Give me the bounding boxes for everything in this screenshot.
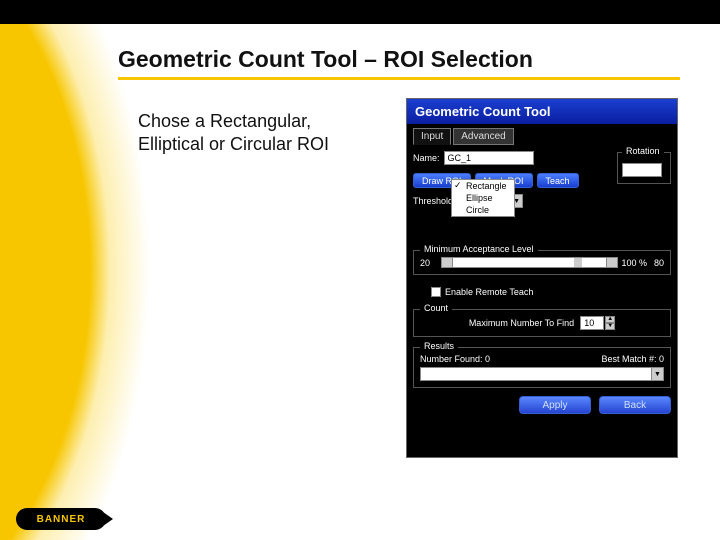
chevron-down-icon: ▼	[651, 368, 663, 380]
top-black-bar	[0, 0, 720, 24]
geometric-count-tool-panel: Geometric Count Tool Input Advanced Name…	[406, 98, 678, 458]
results-group: Results Number Found: 0 Best Match #: 0 …	[413, 347, 671, 388]
rotation-field[interactable]	[622, 163, 662, 177]
teach-button[interactable]: Teach	[537, 173, 579, 188]
back-button[interactable]: Back	[599, 396, 671, 414]
number-found-label: Number Found: 0	[420, 354, 490, 364]
slide-body-text: Chose a Rectangular, Elliptical or Circu…	[138, 110, 378, 155]
spinner-down-icon[interactable]: ▼	[605, 323, 615, 330]
slide-title: Geometric Count Tool – ROI Selection	[118, 46, 680, 80]
rotation-group: Rotation	[617, 152, 671, 184]
tab-input[interactable]: Input	[413, 128, 451, 145]
threshold-label: Threshold	[413, 196, 453, 206]
count-group: Count Maximum Number To Find 10 ▲ ▼	[413, 309, 671, 337]
dropdown-item-rectangle[interactable]: Rectangle	[452, 180, 514, 192]
rotation-label: Rotation	[622, 146, 664, 156]
dropdown-item-ellipse[interactable]: Ellipse	[452, 192, 514, 204]
results-select[interactable]: ▼	[420, 367, 664, 381]
logo-text: BANNER	[37, 514, 86, 525]
acc-low-label: 20	[420, 258, 438, 268]
remote-teach-label: Enable Remote Teach	[445, 287, 533, 297]
best-match-label: Best Match #: 0	[601, 354, 664, 364]
results-title: Results	[420, 341, 458, 351]
max-find-value[interactable]: 10	[580, 316, 604, 330]
tab-advanced[interactable]: Advanced	[453, 128, 513, 145]
max-find-spinner[interactable]: 10 ▲ ▼	[580, 316, 615, 330]
roi-shape-dropdown: Rectangle Ellipse Circle	[451, 179, 515, 217]
slide-content: Geometric Count Tool – ROI Selection Cho…	[0, 24, 720, 540]
dropdown-item-circle[interactable]: Circle	[452, 204, 514, 216]
remote-teach-checkbox[interactable]	[431, 287, 441, 297]
panel-title: Geometric Count Tool	[407, 99, 677, 124]
min-acceptance-group: Minimum Acceptance Level 20 100 % 80	[413, 250, 671, 275]
logo-arrow-icon	[103, 512, 113, 526]
acc-value: 80	[654, 258, 664, 268]
banner-logo: BANNER	[16, 508, 106, 530]
name-label: Name:	[413, 153, 440, 163]
spinner-up-icon[interactable]: ▲	[605, 316, 615, 323]
tab-bar: Input Advanced	[413, 128, 671, 145]
acceptance-slider[interactable]	[441, 257, 618, 268]
max-find-label: Maximum Number To Find	[469, 318, 574, 328]
count-title: Count	[420, 303, 452, 313]
acc-pct-label: 100 %	[621, 258, 647, 268]
min-acceptance-title: Minimum Acceptance Level	[420, 244, 538, 254]
name-field[interactable]: GC_1	[444, 151, 534, 165]
apply-button[interactable]: Apply	[519, 396, 591, 414]
